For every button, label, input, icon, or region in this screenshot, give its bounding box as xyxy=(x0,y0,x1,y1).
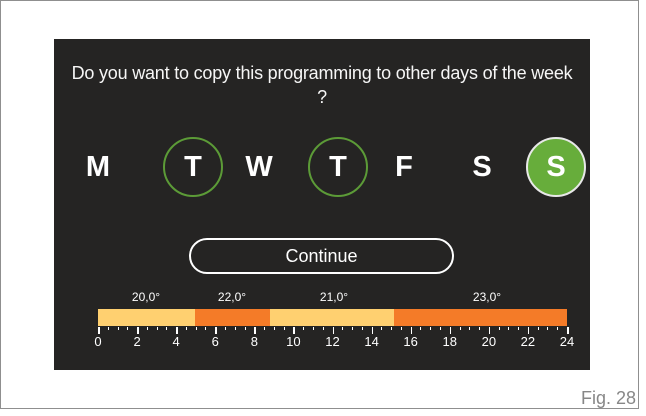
hour-label: 8 xyxy=(250,334,258,349)
hour-label: 16 xyxy=(403,334,418,349)
minor-hour-tick xyxy=(469,327,471,330)
hour-label: 6 xyxy=(211,334,219,349)
hour-label: 18 xyxy=(442,334,457,349)
major-hour-tick xyxy=(293,327,295,334)
minor-hour-tick xyxy=(537,327,539,330)
hour-label: 14 xyxy=(364,334,379,349)
schedule-segment-23-degrees xyxy=(394,309,567,326)
hour-label: 20 xyxy=(481,334,497,349)
minor-hour-tick xyxy=(322,327,324,330)
minor-hour-tick xyxy=(498,327,500,330)
minor-hour-tick xyxy=(107,327,109,330)
minor-hour-tick xyxy=(518,327,520,330)
minor-hour-tick xyxy=(391,327,393,330)
hour-tick-labels: 0 2 4 6 8 10 12 14 16 18 20 22 24 xyxy=(94,334,574,350)
day-friday-button[interactable]: F xyxy=(374,137,434,197)
temperature-label: 22,0° xyxy=(217,290,247,304)
minor-hour-tick xyxy=(146,327,148,330)
minor-hour-tick xyxy=(439,327,441,330)
minor-hour-tick xyxy=(166,327,168,330)
major-hour-tick xyxy=(137,327,139,334)
figure-frame: Do you want to copy this programming to … xyxy=(0,0,639,409)
daily-temperature-schedule: 20,0° 22,0° 21,0° 23,0° 0 2 4 6 8 10 12 14 16 18 2… xyxy=(94,290,574,362)
schedule-bar xyxy=(98,309,567,326)
temperature-label: 21,0° xyxy=(319,290,349,304)
minor-hour-tick xyxy=(234,327,236,330)
minor-hour-tick xyxy=(205,327,207,330)
thermostat-display: Do you want to copy this programming to … xyxy=(54,39,590,370)
major-hour-tick xyxy=(488,327,491,334)
major-hour-tick xyxy=(98,327,100,334)
minor-hour-tick xyxy=(342,327,344,330)
schedule-segment-20-degrees xyxy=(98,309,195,326)
minor-hour-tick xyxy=(400,327,402,330)
figure-caption: Fig. 28 xyxy=(580,388,636,408)
minor-hour-tick xyxy=(127,327,129,330)
schedule-segment-22-degrees xyxy=(195,309,270,326)
minor-hour-tick xyxy=(273,327,275,330)
day-thursday-button[interactable]: T xyxy=(308,137,368,197)
minor-hour-tick xyxy=(352,327,354,330)
major-hour-tick xyxy=(254,327,256,334)
minor-hour-tick xyxy=(381,327,383,330)
minor-hour-tick xyxy=(459,327,461,330)
minor-hour-tick xyxy=(117,327,119,330)
minor-hour-tick xyxy=(303,327,305,330)
minor-hour-tick xyxy=(264,327,266,330)
weekday-selector: M T W T F S S xyxy=(54,137,590,197)
day-monday-button[interactable]: M xyxy=(68,137,128,197)
minor-hour-tick xyxy=(361,327,363,330)
hour-label: 24 xyxy=(559,334,575,349)
hour-label: 10 xyxy=(286,334,301,349)
major-hour-tick xyxy=(176,327,178,334)
minor-hour-tick xyxy=(195,327,197,330)
major-hour-tick xyxy=(215,327,217,334)
temperature-label: 23,0° xyxy=(472,290,502,304)
major-hour-tick xyxy=(410,327,413,334)
minor-hour-tick xyxy=(479,327,481,330)
minor-hour-tick xyxy=(185,327,187,330)
hour-label: 22 xyxy=(520,334,536,349)
minor-hour-tick xyxy=(420,327,422,330)
minor-hour-tick xyxy=(557,327,559,330)
major-hour-tick xyxy=(527,327,530,334)
copy-programming-prompt: Do you want to copy this programming to … xyxy=(54,61,590,109)
minor-hour-tick xyxy=(225,327,227,330)
major-hour-tick xyxy=(371,327,374,334)
minor-hour-tick xyxy=(430,327,432,330)
prompt-line-2: ? xyxy=(317,87,327,107)
hour-label: 0 xyxy=(94,334,102,349)
hour-label: 2 xyxy=(133,334,141,349)
temperature-label: 20,0° xyxy=(131,290,161,304)
continue-button[interactable]: Continue xyxy=(189,238,454,274)
minor-hour-tick xyxy=(547,327,549,330)
hour-label: 4 xyxy=(172,334,180,349)
minor-hour-tick xyxy=(283,327,285,330)
minor-hour-tick xyxy=(244,327,246,330)
hour-label: 12 xyxy=(325,334,340,349)
major-hour-tick xyxy=(449,327,452,334)
schedule-segment-21-degrees xyxy=(270,309,394,326)
day-tuesday-button[interactable]: T xyxy=(163,137,223,197)
day-saturday-button[interactable]: S xyxy=(452,137,512,197)
major-hour-tick xyxy=(332,327,334,334)
day-sunday-current-button[interactable]: S xyxy=(526,137,586,197)
minor-hour-tick xyxy=(312,327,314,330)
minor-hour-tick xyxy=(508,327,510,330)
major-hour-tick xyxy=(567,327,569,334)
minor-hour-tick xyxy=(156,327,158,330)
day-wednesday-button[interactable]: W xyxy=(229,137,289,197)
prompt-line-1: Do you want to copy this programming to … xyxy=(71,63,573,83)
